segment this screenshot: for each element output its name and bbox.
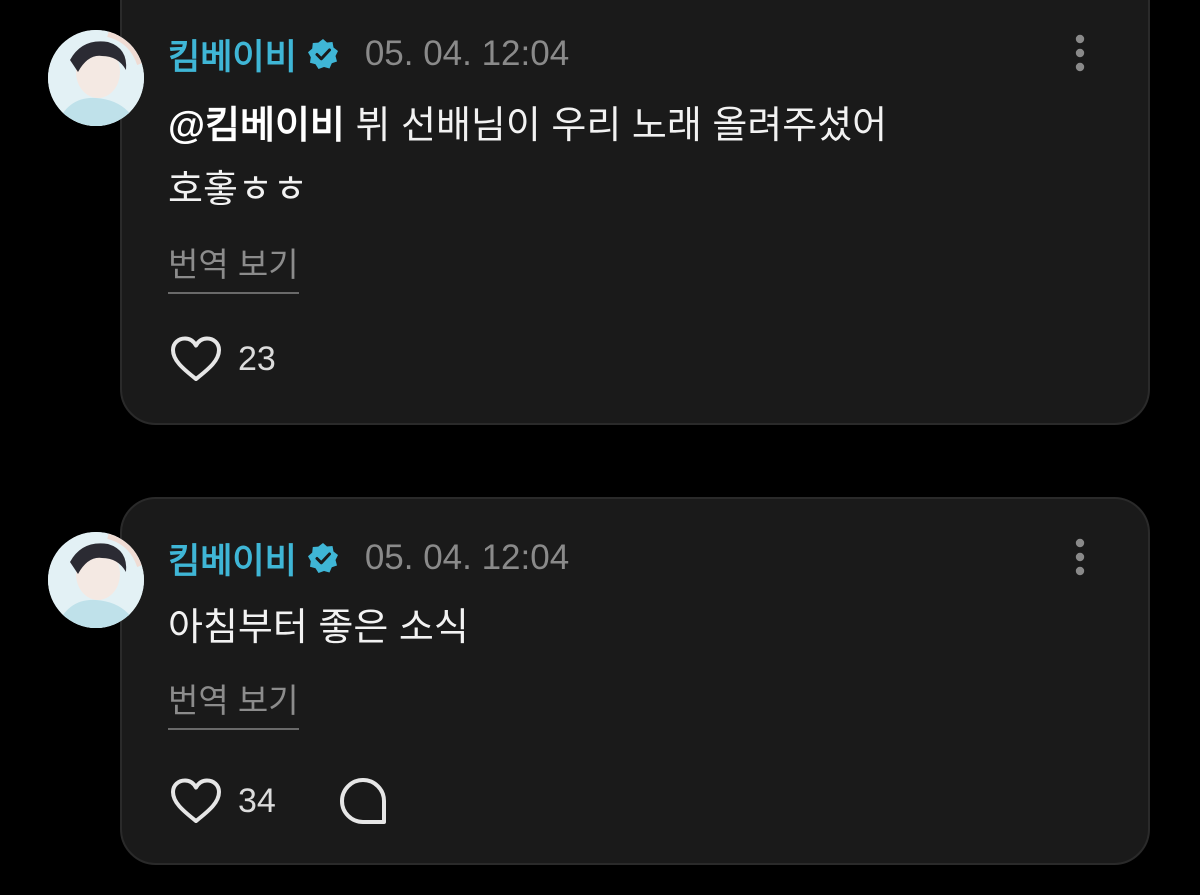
post-header: 킴베이비 05. 04. 12:04 bbox=[168, 29, 569, 79]
like-count: 23 bbox=[238, 339, 276, 378]
like-button[interactable]: 23 bbox=[170, 336, 276, 382]
post-body: 아침부터 좋은 소식 bbox=[168, 596, 1028, 660]
verified-badge-icon bbox=[307, 543, 338, 573]
mention-link[interactable]: @킴베이비 bbox=[168, 105, 345, 147]
post-text-line2: 호홓ㅎㅎ bbox=[168, 169, 308, 211]
action-bar: 34 bbox=[170, 775, 388, 827]
post-text: 아침부터 좋은 소식 bbox=[168, 607, 469, 649]
translate-link[interactable]: 번역 보기 bbox=[168, 674, 299, 730]
comment-icon[interactable] bbox=[338, 776, 388, 826]
avatar[interactable] bbox=[48, 30, 144, 126]
timestamp: 05. 04. 12:04 bbox=[364, 34, 570, 73]
username[interactable]: 킴베이비 bbox=[168, 29, 297, 80]
post-header: 킴베이비 05. 04. 12:04 bbox=[168, 533, 569, 583]
username[interactable]: 킴베이비 bbox=[168, 533, 297, 584]
action-bar: 23 bbox=[170, 333, 276, 385]
like-button[interactable]: 34 bbox=[170, 778, 276, 824]
post-text: 뷔 선배님이 우리 노래 올려주셨어 bbox=[344, 105, 888, 147]
heart-icon bbox=[171, 336, 221, 381]
heart-icon bbox=[171, 778, 221, 823]
post-body: @킴베이비 뷔 선배님이 우리 노래 올려주셨어 호홓ㅎㅎ bbox=[168, 94, 1028, 222]
like-count: 34 bbox=[238, 781, 276, 820]
more-vertical-icon[interactable] bbox=[1066, 33, 1094, 73]
verified-badge-icon bbox=[307, 39, 338, 69]
more-vertical-icon[interactable] bbox=[1066, 537, 1094, 577]
timestamp: 05. 04. 12:04 bbox=[364, 538, 570, 577]
translate-link[interactable]: 번역 보기 bbox=[168, 238, 299, 294]
avatar[interactable] bbox=[48, 532, 144, 628]
